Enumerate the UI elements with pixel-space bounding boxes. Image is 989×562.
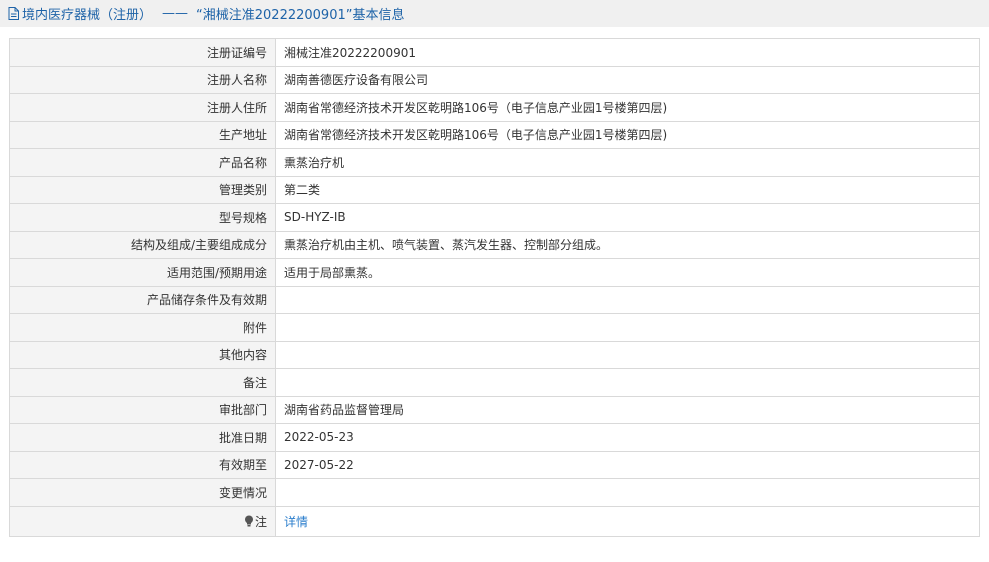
field-value: 2027-05-22	[275, 450, 980, 479]
field-label: 产品名称	[9, 148, 276, 177]
note-label-cell: 注	[9, 505, 276, 537]
field-value: 2022-05-23	[275, 423, 980, 452]
field-label: 型号规格	[9, 203, 276, 232]
table-row: 生产地址 湖南省常德经济技术开发区乾明路106号（电子信息产业园1号楼第四层)	[9, 120, 980, 149]
field-label: 结构及组成/主要组成成分	[9, 230, 276, 259]
table-row: 注册人住所 湖南省常德经济技术开发区乾明路106号（电子信息产业园1号楼第四层)	[9, 93, 980, 122]
field-value: 湖南善德医疗设备有限公司	[275, 65, 980, 94]
field-label: 附件	[9, 313, 276, 342]
table-row: 管理类别 第二类	[9, 175, 980, 204]
header-category: 境内医疗器械（注册）	[22, 8, 153, 23]
field-value	[275, 478, 980, 507]
document-icon	[8, 7, 19, 20]
table-row: 产品名称 熏蒸治疗机	[9, 148, 980, 177]
field-value	[275, 285, 980, 314]
field-value: 熏蒸治疗机	[275, 148, 980, 177]
table-row-note: 注 详情	[9, 505, 980, 537]
field-value: 第二类	[275, 175, 980, 204]
details-link[interactable]: 详情	[284, 515, 308, 529]
field-label: 其他内容	[9, 340, 276, 369]
field-label: 有效期至	[9, 450, 276, 479]
page-title: “湘械注准20222200901”基本信息	[196, 8, 405, 23]
note-value-cell: 详情	[275, 505, 980, 537]
header-separator: ——	[162, 6, 189, 21]
field-label: 生产地址	[9, 120, 276, 149]
field-label: 审批部门	[9, 395, 276, 424]
table-row: 批准日期 2022-05-23	[9, 423, 980, 452]
table-row: 附件	[9, 313, 980, 342]
table-row: 注册人名称 湖南善德医疗设备有限公司	[9, 65, 980, 94]
table-row: 结构及组成/主要组成成分 熏蒸治疗机由主机、喷气装置、蒸汽发生器、控制部分组成。	[9, 230, 980, 259]
field-value: 熏蒸治疗机由主机、喷气装置、蒸汽发生器、控制部分组成。	[275, 230, 980, 259]
table-row: 有效期至 2027-05-22	[9, 450, 980, 479]
table-row: 型号规格 SD-HYZ-IB	[9, 203, 980, 232]
page-header: 境内医疗器械（注册） —— “湘械注准20222200901”基本信息	[0, 0, 989, 27]
field-label: 产品储存条件及有效期	[9, 285, 276, 314]
info-table: 注册证编号 湘械注准20222200901 注册人名称 湖南善德医疗设备有限公司 注册人…	[9, 38, 980, 537]
field-label: 批准日期	[9, 423, 276, 452]
field-value: SD-HYZ-IB	[275, 203, 980, 232]
note-label: 注	[254, 514, 267, 529]
table-row: 变更情况	[9, 478, 980, 507]
field-label: 注册人名称	[9, 65, 276, 94]
field-value: 湖南省药品监督管理局	[275, 395, 980, 424]
field-label: 变更情况	[9, 478, 276, 507]
field-value	[275, 368, 980, 397]
field-value	[275, 313, 980, 342]
table-row: 审批部门 湖南省药品监督管理局	[9, 395, 980, 424]
field-label: 管理类别	[9, 175, 276, 204]
table-row: 适用范围/预期用途 适用于局部熏蒸。	[9, 258, 980, 287]
lightbulb-icon	[244, 515, 254, 527]
field-label: 适用范围/预期用途	[9, 258, 276, 287]
field-label: 注册人住所	[9, 93, 276, 122]
table-row: 其他内容	[9, 340, 980, 369]
field-value: 湖南省常德经济技术开发区乾明路106号（电子信息产业园1号楼第四层)	[275, 120, 980, 149]
table-row: 备注	[9, 368, 980, 397]
table-row: 注册证编号 湘械注准20222200901	[9, 38, 980, 67]
field-value: 适用于局部熏蒸。	[275, 258, 980, 287]
table-row: 产品储存条件及有效期	[9, 285, 980, 314]
field-label: 注册证编号	[9, 38, 276, 67]
field-label: 备注	[9, 368, 276, 397]
field-value	[275, 340, 980, 369]
field-value: 湖南省常德经济技术开发区乾明路106号（电子信息产业园1号楼第四层)	[275, 93, 980, 122]
field-value: 湘械注准20222200901	[275, 38, 980, 67]
